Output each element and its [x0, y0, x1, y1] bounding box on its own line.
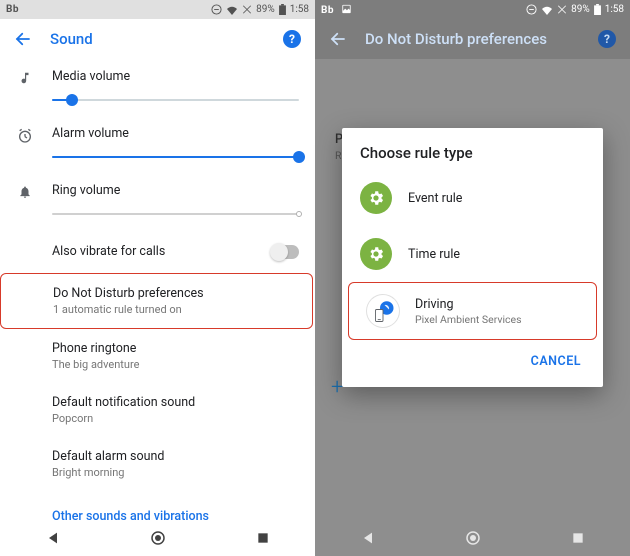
status-right: 89% 1:58: [526, 4, 624, 15]
nav-back-button[interactable]: [338, 530, 398, 546]
picture-icon: [341, 4, 352, 14]
ringtone-row[interactable]: Phone ringtone The big adventure: [0, 329, 315, 383]
dnd-preferences-screen: Bb 89% 1:58 Do Not Disturb preferences ?…: [315, 0, 630, 556]
ring-slider[interactable]: [52, 208, 299, 222]
nav-home-button[interactable]: [128, 529, 188, 547]
media-label: Media volume: [52, 69, 299, 84]
cancel-button[interactable]: CANCEL: [523, 348, 589, 375]
media-slider[interactable]: [52, 94, 299, 108]
dialog-actions: CANCEL: [342, 340, 603, 387]
vibrate-row[interactable]: Also vibrate for calls: [0, 230, 315, 273]
nav-home-button[interactable]: [443, 529, 503, 547]
vibrate-label: Also vibrate for calls: [52, 244, 271, 259]
gear-icon: [360, 238, 392, 270]
dialog-title: Choose rule type: [342, 128, 603, 170]
notif-row[interactable]: Default notification sound Popcorn: [0, 383, 315, 437]
alarm-icon: [14, 126, 36, 144]
clock: 1:58: [605, 4, 624, 15]
alarm-sound-label: Default alarm sound: [52, 449, 299, 464]
alarm-volume-row[interactable]: Alarm volume: [0, 116, 315, 173]
nav-recents-button[interactable]: [548, 531, 608, 545]
driving-icon: [367, 295, 399, 327]
bell-icon: [14, 183, 36, 199]
driving-rule-option[interactable]: Driving Pixel Ambient Services: [349, 283, 596, 339]
wifi-icon: [226, 5, 238, 15]
status-bar: Bb 89% 1:58: [0, 0, 315, 19]
no-sim-icon: [557, 4, 567, 15]
ring-volume-row[interactable]: Ring volume: [0, 173, 315, 230]
battery-icon: [279, 4, 286, 15]
dnd-preferences-row[interactable]: Do Not Disturb preferences 1 automatic r…: [1, 274, 312, 328]
alarm-slider[interactable]: [52, 151, 299, 165]
clock: 1:58: [290, 4, 309, 15]
alarm-sound-sub: Bright morning: [52, 466, 299, 479]
event-rule-option[interactable]: Event rule: [342, 170, 603, 226]
page-title: Do Not Disturb preferences: [365, 30, 580, 48]
alarm-sound-row[interactable]: Default alarm sound Bright morning: [0, 437, 315, 491]
back-button[interactable]: [329, 30, 347, 48]
vibrate-toggle[interactable]: [271, 245, 299, 259]
other-sounds-link[interactable]: Other sounds and vibrations: [0, 491, 315, 520]
page-title: Sound: [50, 30, 265, 48]
dnd-sub: 1 automatic rule turned on: [53, 303, 296, 316]
status-left: Bb: [321, 4, 352, 16]
nav-back-button[interactable]: [23, 530, 83, 546]
help-icon[interactable]: ?: [598, 30, 616, 48]
status-bar: Bb 89% 1:58: [315, 0, 630, 19]
music-note-icon: [14, 69, 36, 85]
dnd-minus-icon: [526, 4, 537, 15]
notif-sub: Popcorn: [52, 412, 299, 425]
ring-label: Ring volume: [52, 183, 299, 198]
no-sim-icon: [242, 4, 252, 15]
highlight-annotation: Driving Pixel Ambient Services: [348, 282, 597, 340]
choose-rule-dialog: Choose rule type Event rule Time rule Dr…: [342, 128, 603, 387]
dnd-label: Do Not Disturb preferences: [53, 286, 296, 301]
event-rule-label: Event rule: [408, 191, 462, 206]
ringtone-label: Phone ringtone: [52, 341, 299, 356]
gear-icon: [360, 182, 392, 214]
status-bb-label: Bb: [6, 4, 19, 15]
driving-sub: Pixel Ambient Services: [415, 313, 522, 326]
status-right: 89% 1:58: [211, 4, 309, 15]
sound-settings-screen: Bb 89% 1:58 Sound ? Media volume: [0, 0, 315, 556]
driving-label: Driving: [415, 297, 522, 312]
other-label: Other sounds and vibrations: [52, 509, 209, 520]
alarm-label: Alarm volume: [52, 126, 299, 141]
nav-bar: [0, 520, 315, 556]
battery-percent: 89%: [571, 4, 590, 15]
status-bb-label: Bb: [321, 5, 334, 16]
highlight-annotation: Do Not Disturb preferences 1 automatic r…: [0, 273, 313, 329]
app-bar: Do Not Disturb preferences ?: [315, 19, 630, 59]
nav-bar: [315, 520, 630, 556]
back-button[interactable]: [14, 30, 32, 48]
help-icon[interactable]: ?: [283, 30, 301, 48]
nav-recents-button[interactable]: [233, 531, 293, 545]
time-rule-option[interactable]: Time rule: [342, 226, 603, 282]
battery-icon: [594, 4, 601, 15]
wifi-icon: [541, 5, 553, 15]
battery-percent: 89%: [256, 4, 275, 15]
notif-label: Default notification sound: [52, 395, 299, 410]
content: Media volume Alarm volume: [0, 59, 315, 520]
app-bar: Sound ?: [0, 19, 315, 59]
dnd-minus-icon: [211, 4, 222, 15]
time-rule-label: Time rule: [408, 247, 460, 262]
media-volume-row[interactable]: Media volume: [0, 59, 315, 116]
ringtone-sub: The big adventure: [52, 358, 299, 371]
